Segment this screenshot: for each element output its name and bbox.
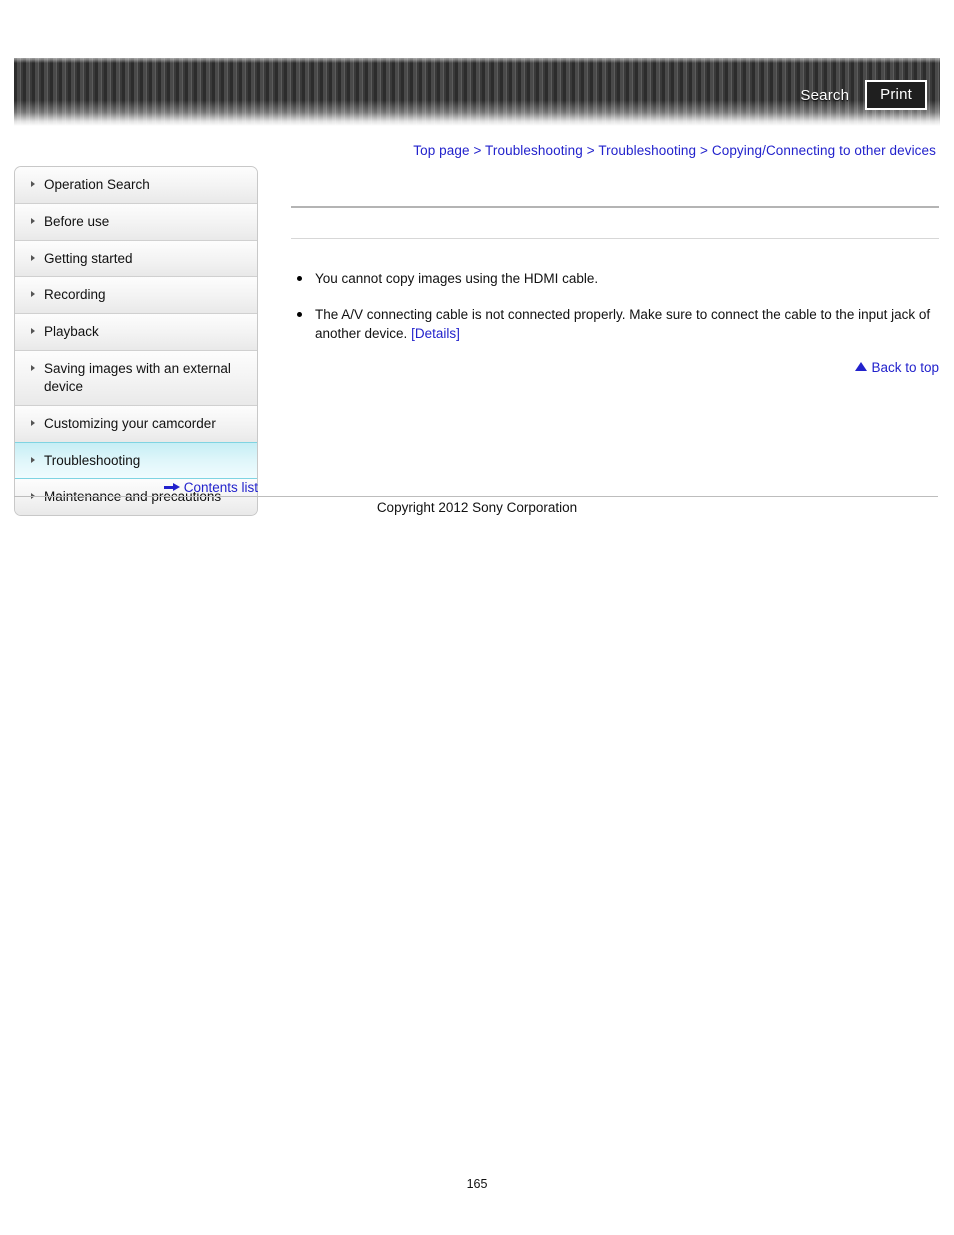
details-link[interactable]: [Details] xyxy=(411,326,460,341)
back-to-top-link[interactable]: Back to top xyxy=(855,360,939,375)
search-link[interactable]: Search xyxy=(800,88,849,103)
list-item-text: You cannot copy images using the HDMI ca… xyxy=(315,271,599,286)
contents-list-link[interactable]: Contents list xyxy=(163,480,258,495)
arrow-right-icon xyxy=(163,483,180,492)
footer-divider xyxy=(14,496,938,497)
chevron-right-icon xyxy=(31,217,35,224)
chevron-right-icon xyxy=(31,254,35,261)
breadcrumb-item-copying-connecting[interactable]: Copying/Connecting to other devices xyxy=(712,143,936,158)
contents-list-label: Contents list xyxy=(183,480,258,495)
header-banner: Search Print xyxy=(14,58,940,126)
breadcrumb-item-troubleshooting[interactable]: Troubleshooting xyxy=(485,143,583,158)
troubleshooting-list: You cannot copy images using the HDMI ca… xyxy=(291,269,939,344)
breadcrumb: Top page > Troubleshooting > Troubleshoo… xyxy=(413,143,936,158)
sidebar-item-before-use[interactable]: Before use xyxy=(15,203,257,241)
chevron-right-icon xyxy=(31,291,35,298)
sidebar-item-label: Recording xyxy=(44,287,106,303)
back-to-top-row: Back to top xyxy=(291,360,939,375)
triangle-up-icon xyxy=(855,362,868,372)
contents-list-row: Contents list xyxy=(14,480,258,495)
breadcrumb-separator: > xyxy=(586,143,595,158)
page-title xyxy=(291,166,939,206)
sidebar-item-saving-images[interactable]: Saving images with an external device xyxy=(15,351,257,406)
print-button[interactable]: Print xyxy=(865,80,927,110)
sidebar-item-label: Operation Search xyxy=(44,177,150,192)
sidebar-item-troubleshooting[interactable]: Troubleshooting xyxy=(15,441,257,480)
chevron-right-icon xyxy=(31,328,35,335)
chevron-right-icon xyxy=(31,419,35,426)
list-item: You cannot copy images using the HDMI ca… xyxy=(291,269,939,289)
sidebar-item-playback[interactable]: Playback xyxy=(15,314,257,352)
sidebar-item-recording[interactable]: Recording xyxy=(15,277,257,315)
breadcrumb-item-top-page[interactable]: Top page xyxy=(413,143,469,158)
breadcrumb-separator: > xyxy=(473,143,482,158)
header-top-fade xyxy=(14,58,940,63)
sidebar-item-label: Customizing your camcorder xyxy=(44,415,216,431)
sidebar-item-label: Saving images with an external device xyxy=(44,361,231,394)
back-to-top-label: Back to top xyxy=(871,359,939,375)
sidebar-nav: Operation Search Before use Getting star… xyxy=(14,166,258,517)
sidebar-item-label: Getting started xyxy=(44,250,133,266)
sidebar-item-getting-started[interactable]: Getting started xyxy=(15,240,257,278)
chevron-right-icon xyxy=(31,365,35,372)
breadcrumb-item-troubleshooting-sub[interactable]: Troubleshooting xyxy=(598,143,696,158)
page-subtitle xyxy=(291,208,939,238)
list-item-text: The A/V connecting cable is not connecte… xyxy=(315,306,931,342)
chevron-right-icon xyxy=(31,181,35,187)
header-actions: Search Print xyxy=(800,80,927,110)
copyright-text: Copyright 2012 Sony Corporation xyxy=(376,500,578,515)
sidebar-item-operation-search[interactable]: Operation Search xyxy=(15,167,257,204)
sidebar-item-label: Before use xyxy=(44,213,110,229)
sidebar-item-label: Troubleshooting xyxy=(44,452,141,468)
list-item: The A/V connecting cable is not connecte… xyxy=(291,305,939,344)
main-content: You cannot copy images using the HDMI ca… xyxy=(291,166,939,375)
chevron-right-icon xyxy=(31,456,35,463)
page-number: 165 xyxy=(466,1177,488,1191)
sidebar-item-customizing-camcorder[interactable]: Customizing your camcorder xyxy=(15,405,257,443)
sidebar-item-label: Playback xyxy=(44,324,99,340)
breadcrumb-separator: > xyxy=(700,143,708,158)
